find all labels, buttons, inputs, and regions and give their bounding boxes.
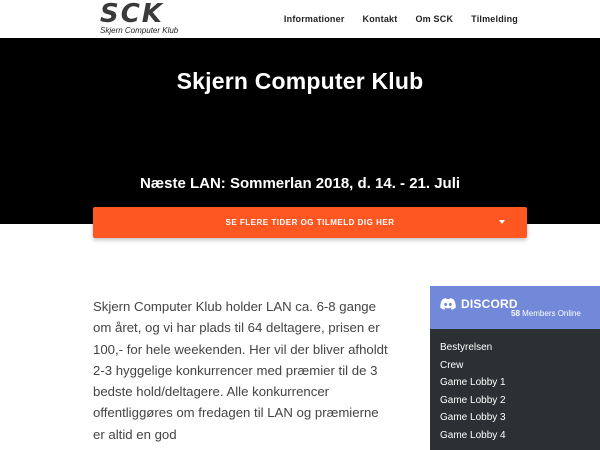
caret-down-icon <box>499 220 505 224</box>
intro-paragraph: Skjern Computer Klub holder LAN ca. 6-8 … <box>93 299 388 442</box>
channel-item[interactable]: Game Lobby 1 <box>430 374 600 392</box>
channel-item[interactable]: Game Lobby 2 <box>430 392 600 410</box>
channel-item[interactable]: Crew <box>430 357 600 375</box>
signup-button-label: SE FLERE TIDER OG TILMELD DIG HER <box>225 218 395 227</box>
nav-kontakt[interactable]: Kontakt <box>363 14 398 24</box>
nav-informationer[interactable]: Informationer <box>284 14 345 24</box>
discord-channel-list: Bestyrelsen Crew Game Lobby 1 Game Lobby… <box>430 286 600 445</box>
site-header: SCK Skjern Computer Klub Informationer K… <box>0 0 600 38</box>
discord-widget: DISCORD 58 Members Online Bestyrelsen Cr… <box>430 286 600 450</box>
main-nav: Informationer Kontakt Om SCK Tilmelding <box>284 0 518 38</box>
site-logo[interactable]: SCK Skjern Computer Klub <box>100 0 190 36</box>
logo-mark: SCK <box>100 0 164 29</box>
hero-banner: Skjern Computer Klub Næste LAN: Sommerla… <box>0 38 600 224</box>
logo-subtitle: Skjern Computer Klub <box>100 26 179 35</box>
next-lan-heading: Næste LAN: Sommerlan 2018, d. 14. - 21. … <box>139 175 461 192</box>
channel-item[interactable]: Game Lobby 3 <box>430 409 600 427</box>
channel-item[interactable]: Bestyrelsen <box>430 339 600 357</box>
channel-item[interactable]: Game Lobby 4 <box>430 427 600 445</box>
nav-om-sck[interactable]: Om SCK <box>415 14 453 24</box>
nav-tilmelding[interactable]: Tilmelding <box>471 14 518 24</box>
signup-dropdown-button[interactable]: SE FLERE TIDER OG TILMELD DIG HER <box>93 207 527 238</box>
hero-title: Skjern Computer Klub <box>176 68 424 94</box>
